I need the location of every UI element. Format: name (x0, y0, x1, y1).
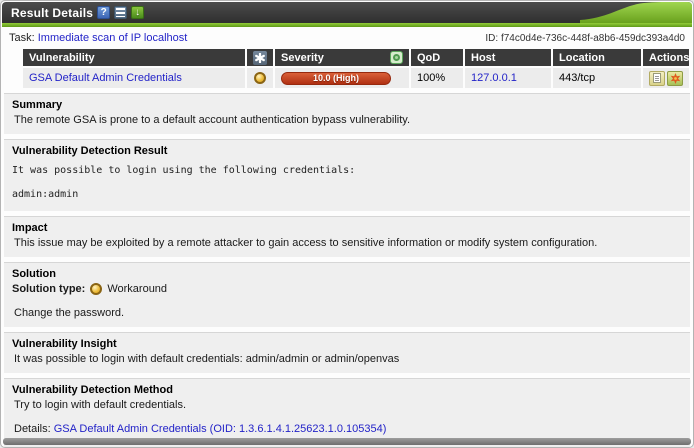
task-link[interactable]: Immediate scan of IP localhost (38, 32, 188, 44)
section-title: Summary (12, 99, 682, 111)
help-icon[interactable]: ? (97, 6, 110, 19)
section-summary: Summary The remote GSA is prone to a def… (4, 93, 690, 134)
detail-sections: Summary The remote GSA is prone to a def… (4, 93, 690, 448)
download-icon[interactable]: ↓ (131, 6, 144, 19)
column-header-qod[interactable]: QoD (411, 49, 463, 66)
solution-type-label: Solution type: (12, 283, 85, 295)
host-cell: 127.0.0.1 (465, 68, 551, 88)
column-header-severity[interactable]: Severity (275, 49, 409, 66)
result-details-window: Result Details ? ↓ Task: Immediate scan … (0, 0, 694, 448)
solution-type-asterisk-icon (253, 51, 267, 65)
note-page-glyph (653, 73, 661, 83)
section-title: Impact (12, 222, 682, 234)
id-value: f74c0d4e-736c-448f-a8b6-459dc393a4d0 (501, 33, 685, 44)
column-header-solution-type[interactable] (247, 49, 273, 66)
green-swoosh-decoration (580, 2, 692, 23)
column-header-actions: Actions (643, 49, 689, 66)
section-detection-result: Vulnerability Detection Result It was po… (4, 139, 690, 211)
severity-header-label: Severity (281, 52, 324, 64)
detection-result-credentials: admin:admin (12, 189, 682, 200)
result-id: ID: f74c0d4e-736c-448f-a8b6-459dc393a4d0 (485, 33, 685, 44)
detection-result-line: It was possible to login using the follo… (12, 165, 682, 176)
task-line: Task: Immediate scan of IP localhost (9, 32, 187, 44)
impact-text: This issue may be exploited by a remote … (12, 237, 682, 249)
host-link[interactable]: 127.0.0.1 (471, 72, 517, 84)
section-insight: Vulnerability Insight It was possible to… (4, 332, 690, 373)
list-icon-lines (116, 8, 125, 17)
new-note-icon[interactable] (649, 71, 665, 86)
actions-cell (643, 68, 689, 88)
meta-row: Task: Immediate scan of IP localhost ID:… (1, 27, 693, 48)
vulnerability-link[interactable]: GSA Default Admin Credentials (29, 72, 182, 84)
section-impact: Impact This issue may be exploited by a … (4, 216, 690, 257)
details-label: Details: (14, 423, 51, 435)
section-title: Vulnerability Detection Result (12, 145, 682, 157)
id-label: ID: (485, 33, 498, 44)
qod-cell: 100% (411, 68, 463, 88)
section-solution: Solution Solution type: Workaround Chang… (4, 262, 690, 327)
solution-type-cell (247, 68, 273, 88)
column-header-vulnerability[interactable]: Vulnerability (23, 49, 245, 66)
vulnerability-cell: GSA Default Admin Credentials (23, 68, 245, 88)
list-icon[interactable] (114, 6, 127, 19)
severity-cell: 10.0 (High) (275, 68, 409, 88)
titlebar: Result Details ? ↓ (2, 2, 692, 23)
insight-text: It was possible to login with default cr… (12, 353, 682, 365)
summary-text: The remote GSA is prone to a default acc… (12, 114, 682, 126)
window-bottom-edge (3, 438, 691, 445)
result-table: Vulnerability Severity QoD Host (23, 49, 689, 88)
solution-text: Change the password. (12, 307, 682, 319)
table-header-row: Vulnerability Severity QoD Host (23, 49, 689, 66)
section-title: Solution (12, 268, 682, 280)
severity-bar: 10.0 (High) (281, 72, 391, 85)
detection-method-text: Try to login with default credentials. (12, 399, 682, 411)
column-header-host[interactable]: Host (465, 49, 551, 66)
solution-type-value: Workaround (107, 283, 167, 295)
table-row: GSA Default Admin Credentials 10.0 (High… (23, 68, 689, 88)
severity-circle-icon[interactable] (390, 51, 403, 64)
workaround-icon (90, 283, 102, 295)
location-cell: 443/tcp (553, 68, 641, 88)
details-oid-link[interactable]: GSA Default Admin Credentials (OID: 1.3.… (54, 423, 387, 435)
solution-type-line: Solution type: Workaround (12, 283, 682, 295)
task-label: Task: (9, 32, 35, 44)
severity-circle-ring (393, 54, 400, 61)
workaround-icon (254, 72, 266, 84)
column-header-location[interactable]: Location (553, 49, 641, 66)
section-title: Vulnerability Detection Method (12, 384, 682, 396)
new-override-star-icon[interactable] (667, 71, 683, 86)
section-title: Vulnerability Insight (12, 338, 682, 350)
page-title: Result Details (11, 6, 93, 20)
details-line: Details: GSA Default Admin Credentials (… (12, 423, 682, 435)
